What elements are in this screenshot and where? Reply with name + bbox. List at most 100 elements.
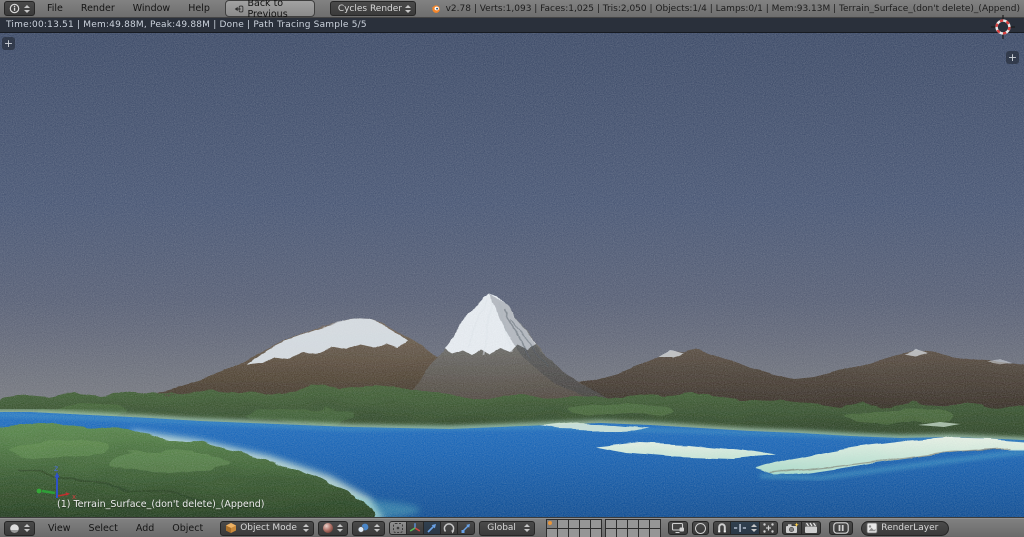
layer-toggle[interactable]: [569, 529, 579, 537]
translate-arrow-icon: [426, 522, 438, 534]
snap-increment-icon: [733, 522, 747, 534]
clapperboard-icon: [804, 522, 818, 534]
screen-lock-icon: [671, 522, 685, 534]
manipulate-center-points-toggle[interactable]: [389, 521, 407, 535]
cursor-3d-icon: [991, 15, 1015, 39]
manipulator-toggle[interactable]: [406, 521, 424, 535]
pause-render-preview-button[interactable]: [829, 521, 853, 535]
proportional-edit-icon: [695, 523, 706, 534]
blender-window: File Render Window Help Back to Previous…: [0, 0, 1024, 537]
pivot-icon: [357, 522, 370, 534]
expand-toolshelf-button[interactable]: +: [2, 37, 15, 50]
pivot-point-select[interactable]: [352, 521, 385, 536]
back-to-previous-button[interactable]: Back to Previous: [225, 0, 315, 17]
center-points-icon: [392, 522, 404, 534]
menu-view[interactable]: View: [39, 523, 80, 534]
render-layer-value: RenderLayer: [881, 523, 938, 533]
render-scene: [0, 33, 1024, 518]
opengl-render-image-button[interactable]: [782, 521, 802, 535]
object-mode-cube-icon: [225, 522, 237, 534]
layer-toggle[interactable]: [639, 520, 649, 528]
chevron-updown-icon: [303, 524, 309, 532]
snap-target-icon: [762, 522, 775, 534]
layer-toggle[interactable]: [617, 520, 627, 528]
render-engine-value: Cycles Render: [338, 4, 402, 14]
mode-select[interactable]: Object Mode: [220, 521, 314, 536]
scene-stats: v2.78 | Verts:1,093 | Faces:1,025 | Tris…: [446, 4, 1020, 14]
render-engine-select[interactable]: Cycles Render: [330, 1, 416, 16]
rotate-manipulator-button[interactable]: [440, 521, 458, 535]
opengl-render-group: [782, 521, 821, 535]
shading-sphere-icon: [323, 523, 333, 533]
viewport-header: View Select Add Object Object Mode: [0, 518, 1024, 537]
axis-z-label: z: [54, 464, 58, 473]
layer-group-2: [605, 519, 661, 537]
render-layer-select[interactable]: RenderLayer: [861, 521, 949, 536]
snap-group: [713, 521, 778, 535]
layer-toggle[interactable]: [628, 529, 638, 537]
info-editor-icon: [9, 3, 20, 14]
chevron-updown-icon: [24, 524, 30, 532]
layers-widget: [546, 519, 661, 537]
layer-toggle[interactable]: [628, 520, 638, 528]
layer-toggle[interactable]: [547, 529, 557, 537]
snap-element-select[interactable]: [730, 521, 760, 535]
opengl-render-animation-button[interactable]: [801, 521, 821, 535]
scale-arrow-icon: [460, 522, 472, 534]
layer-toggle[interactable]: [650, 520, 660, 528]
info-header: File Render Window Help Back to Previous…: [0, 0, 1024, 18]
layer-toggle[interactable]: [591, 520, 601, 528]
layer-toggle[interactable]: [580, 520, 590, 528]
chevron-updown-icon: [751, 524, 757, 532]
chevron-updown-icon: [24, 5, 30, 13]
expand-properties-button[interactable]: +: [1006, 51, 1019, 64]
blender-logo-icon: [431, 3, 441, 15]
menu-add[interactable]: Add: [127, 523, 163, 534]
translate-manipulator-button[interactable]: [423, 521, 441, 535]
menu-render[interactable]: Render: [72, 3, 124, 14]
render-layer-icon: [866, 522, 878, 534]
orientation-value: Global: [487, 523, 516, 533]
menu-object[interactable]: Object: [163, 523, 212, 534]
camera-render-icon: [785, 522, 799, 534]
manipulator-group: [389, 521, 475, 535]
menu-file[interactable]: File: [38, 3, 72, 14]
menu-help[interactable]: Help: [179, 3, 219, 14]
layer-toggle[interactable]: [617, 529, 627, 537]
menu-select[interactable]: Select: [80, 523, 127, 534]
active-object-label: (1) Terrain_Surface_(don't delete)_(Appe…: [57, 499, 265, 510]
lock-to-scene-button[interactable]: [668, 521, 688, 535]
render-grain: [0, 33, 1024, 518]
layer-toggle[interactable]: [547, 520, 557, 528]
rotate-arc-icon: [443, 522, 455, 534]
back-button-label: Back to Previous: [248, 0, 306, 20]
layer-toggle[interactable]: [650, 529, 660, 537]
active-layer-dot: [548, 521, 552, 525]
layer-toggle[interactable]: [606, 520, 616, 528]
transform-orientation-select[interactable]: Global: [479, 521, 535, 536]
proportional-edit-button[interactable]: [692, 521, 709, 535]
viewport-shading-select[interactable]: [318, 521, 348, 536]
viewport-editor-icon: [9, 523, 20, 534]
mode-select-value: Object Mode: [240, 523, 297, 533]
layer-toggle[interactable]: [558, 529, 568, 537]
layer-toggle[interactable]: [639, 529, 649, 537]
chevron-updown-icon: [524, 524, 530, 532]
magnet-icon: [716, 522, 728, 534]
layer-toggle[interactable]: [606, 529, 616, 537]
snap-toggle-button[interactable]: [713, 521, 731, 535]
layer-toggle[interactable]: [569, 520, 579, 528]
menu-window[interactable]: Window: [124, 3, 179, 14]
layer-toggle[interactable]: [591, 529, 601, 537]
layer-group-1: [546, 519, 602, 537]
layer-toggle[interactable]: [580, 529, 590, 537]
back-icon: [234, 4, 244, 14]
render-status-bar: Time:00:13.51 | Mem:49.88M, Peak:49.88M …: [0, 18, 1024, 33]
editor-type-select-info[interactable]: [4, 1, 35, 16]
chevron-updown-icon: [405, 5, 411, 13]
snap-target-button[interactable]: [759, 521, 778, 535]
viewport-3d[interactable]: + + z x (1) Terrain_Surface_(don't delet…: [0, 33, 1024, 518]
editor-type-select-3dview[interactable]: [4, 521, 35, 536]
scale-manipulator-button[interactable]: [457, 521, 475, 535]
layer-toggle[interactable]: [558, 520, 568, 528]
